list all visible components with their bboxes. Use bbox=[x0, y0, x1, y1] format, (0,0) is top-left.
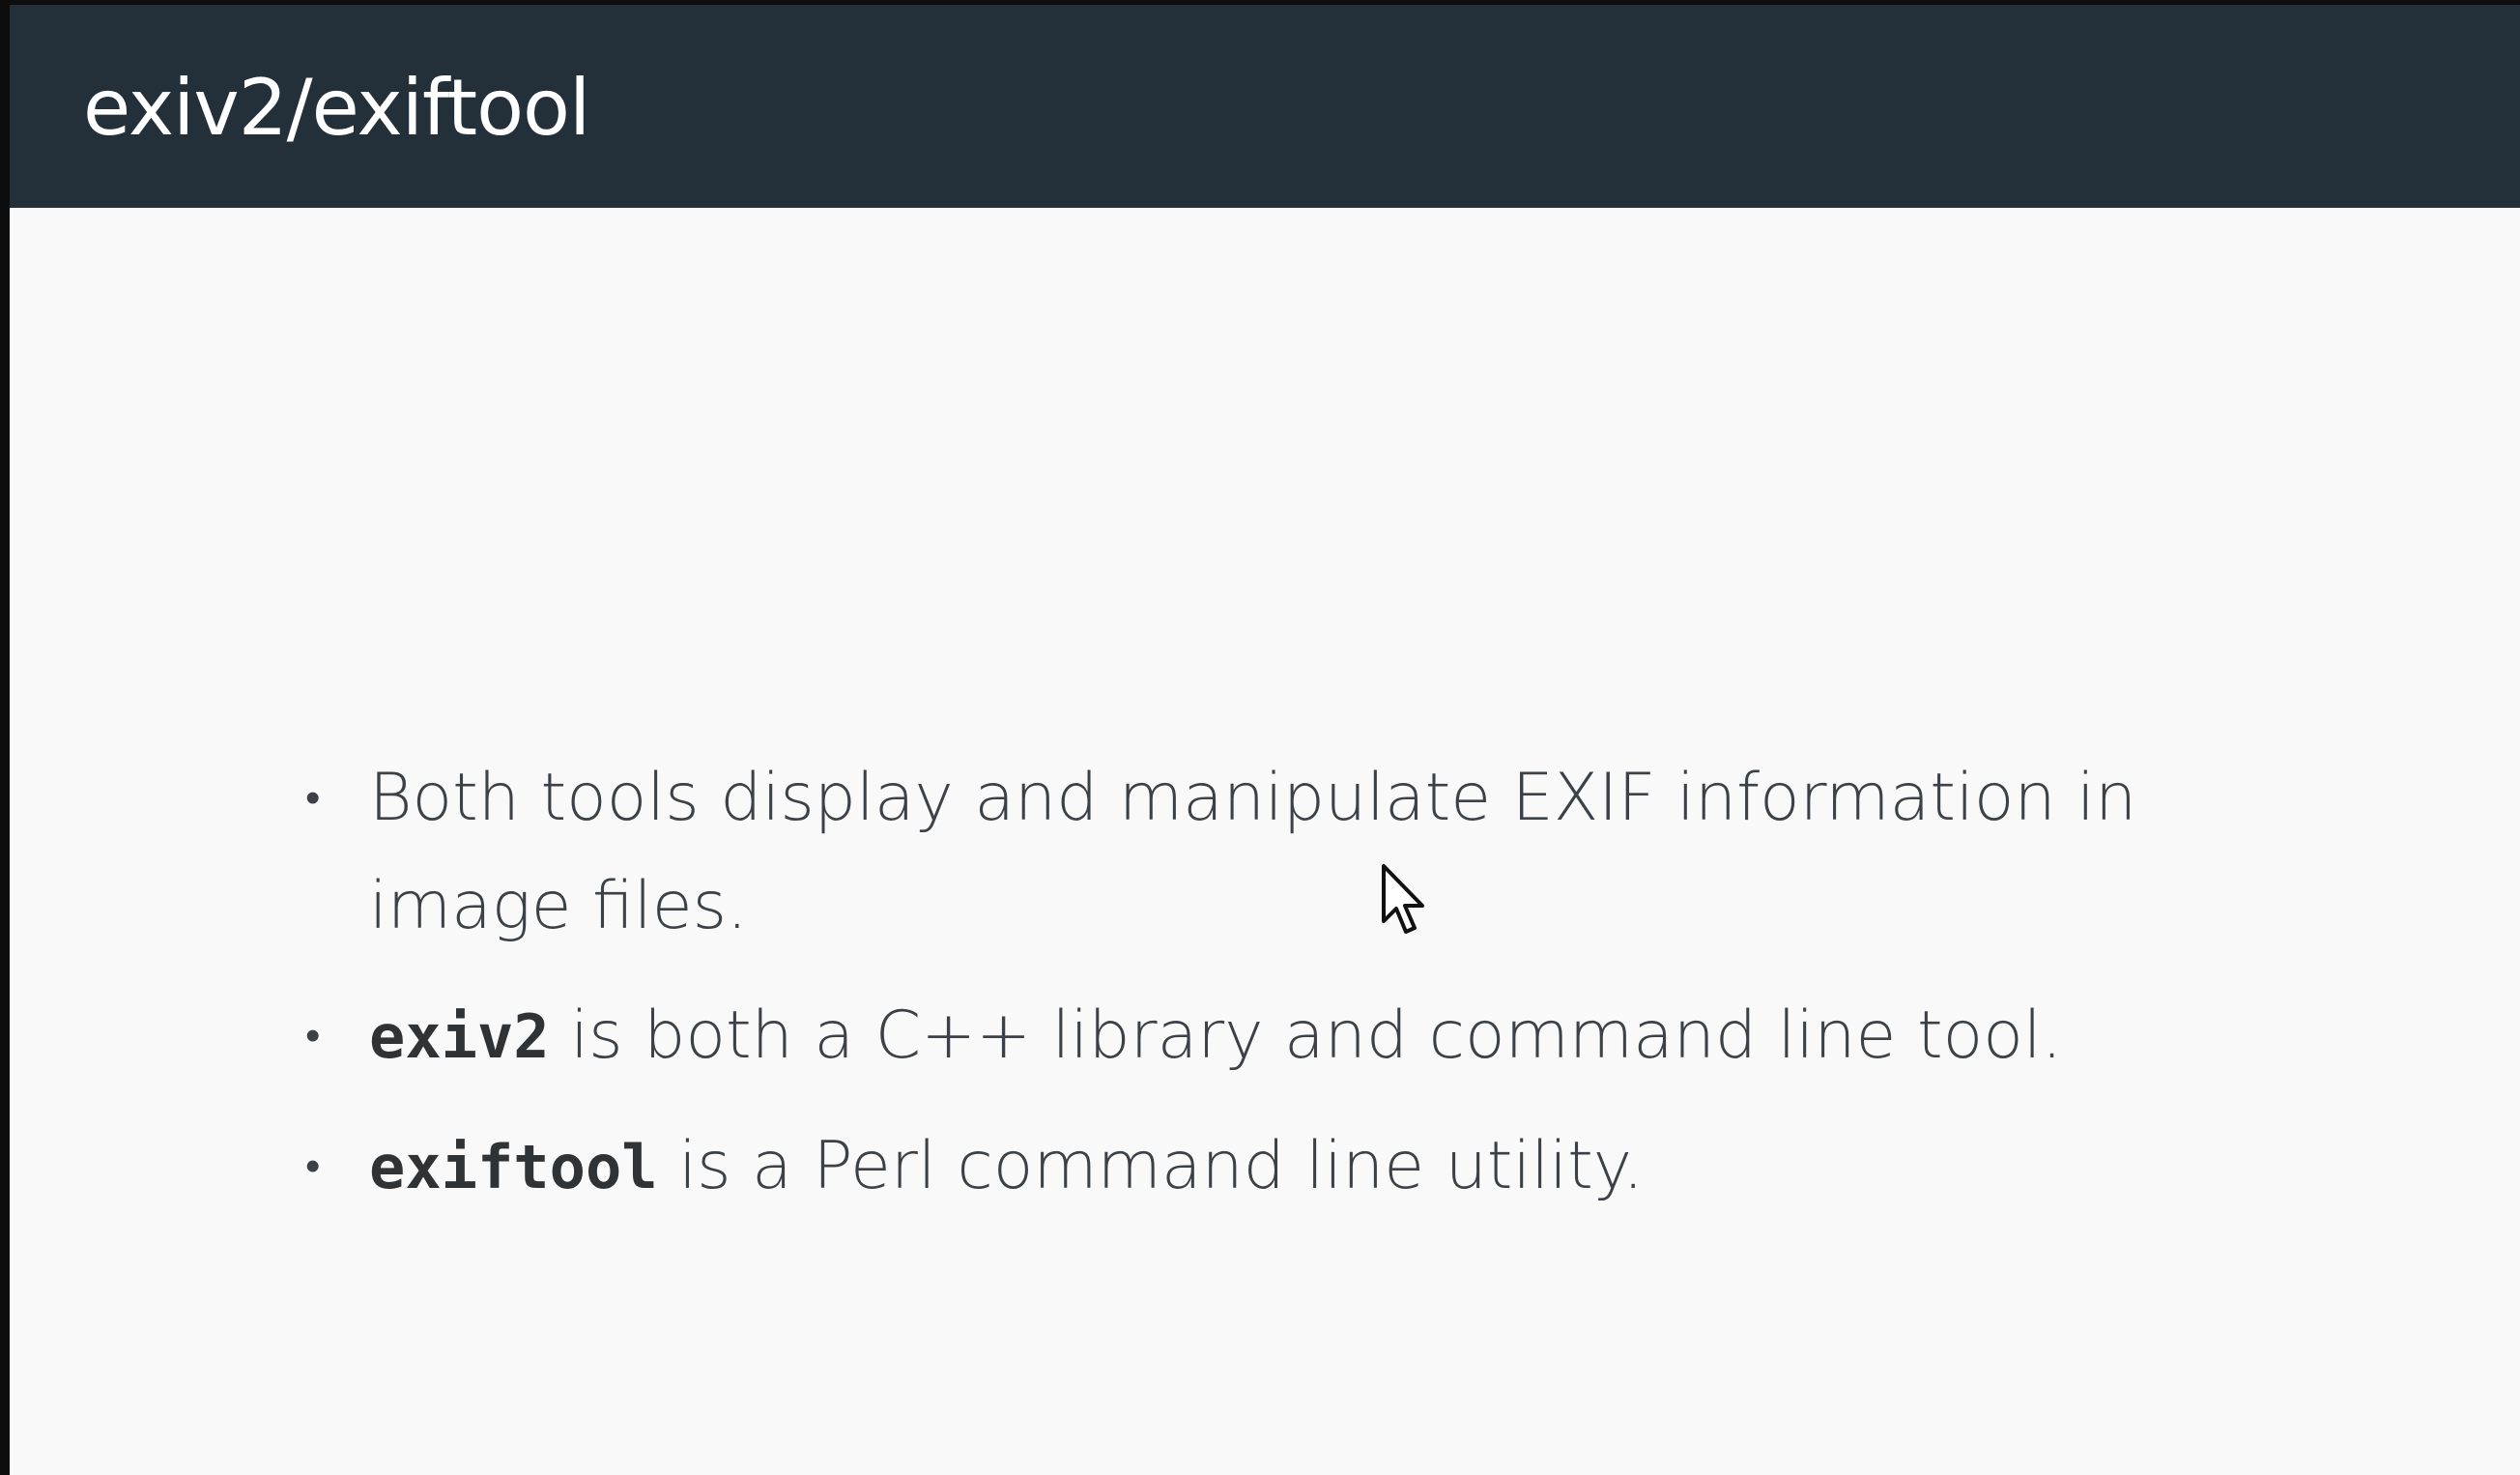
slide-title: exiv2/exiftool bbox=[83, 63, 590, 153]
slide: exiv2/exiftool • Both tools display and … bbox=[10, 5, 2520, 1475]
mouse-pointer-icon bbox=[1382, 864, 1424, 934]
bullet-item: • exiv2 is both a C++ library and comman… bbox=[300, 982, 2280, 1091]
bullet-marker: • bbox=[305, 1011, 321, 1060]
bullet-text: Both tools display and manipulate EXIF i… bbox=[369, 760, 2137, 944]
bullet-text: is a Perl command line utility. bbox=[657, 1128, 1644, 1204]
slide-title-bar: exiv2/exiftool bbox=[10, 5, 2520, 208]
bullet-item: • exiftool is a Perl command line utilit… bbox=[300, 1113, 2280, 1222]
code-term: exiftool bbox=[369, 1132, 658, 1202]
bullet-item: • Both tools display and manipulate EXIF… bbox=[300, 744, 2280, 961]
bullet-marker: • bbox=[305, 773, 321, 823]
code-term: exiv2 bbox=[369, 1001, 550, 1072]
bullet-list: • Both tools display and manipulate EXIF… bbox=[300, 744, 2280, 1243]
screen: exiv2/exiftool • Both tools display and … bbox=[0, 0, 2520, 1475]
bullet-text: is both a C++ library and command line t… bbox=[549, 998, 2063, 1074]
bullet-marker: • bbox=[305, 1142, 321, 1191]
